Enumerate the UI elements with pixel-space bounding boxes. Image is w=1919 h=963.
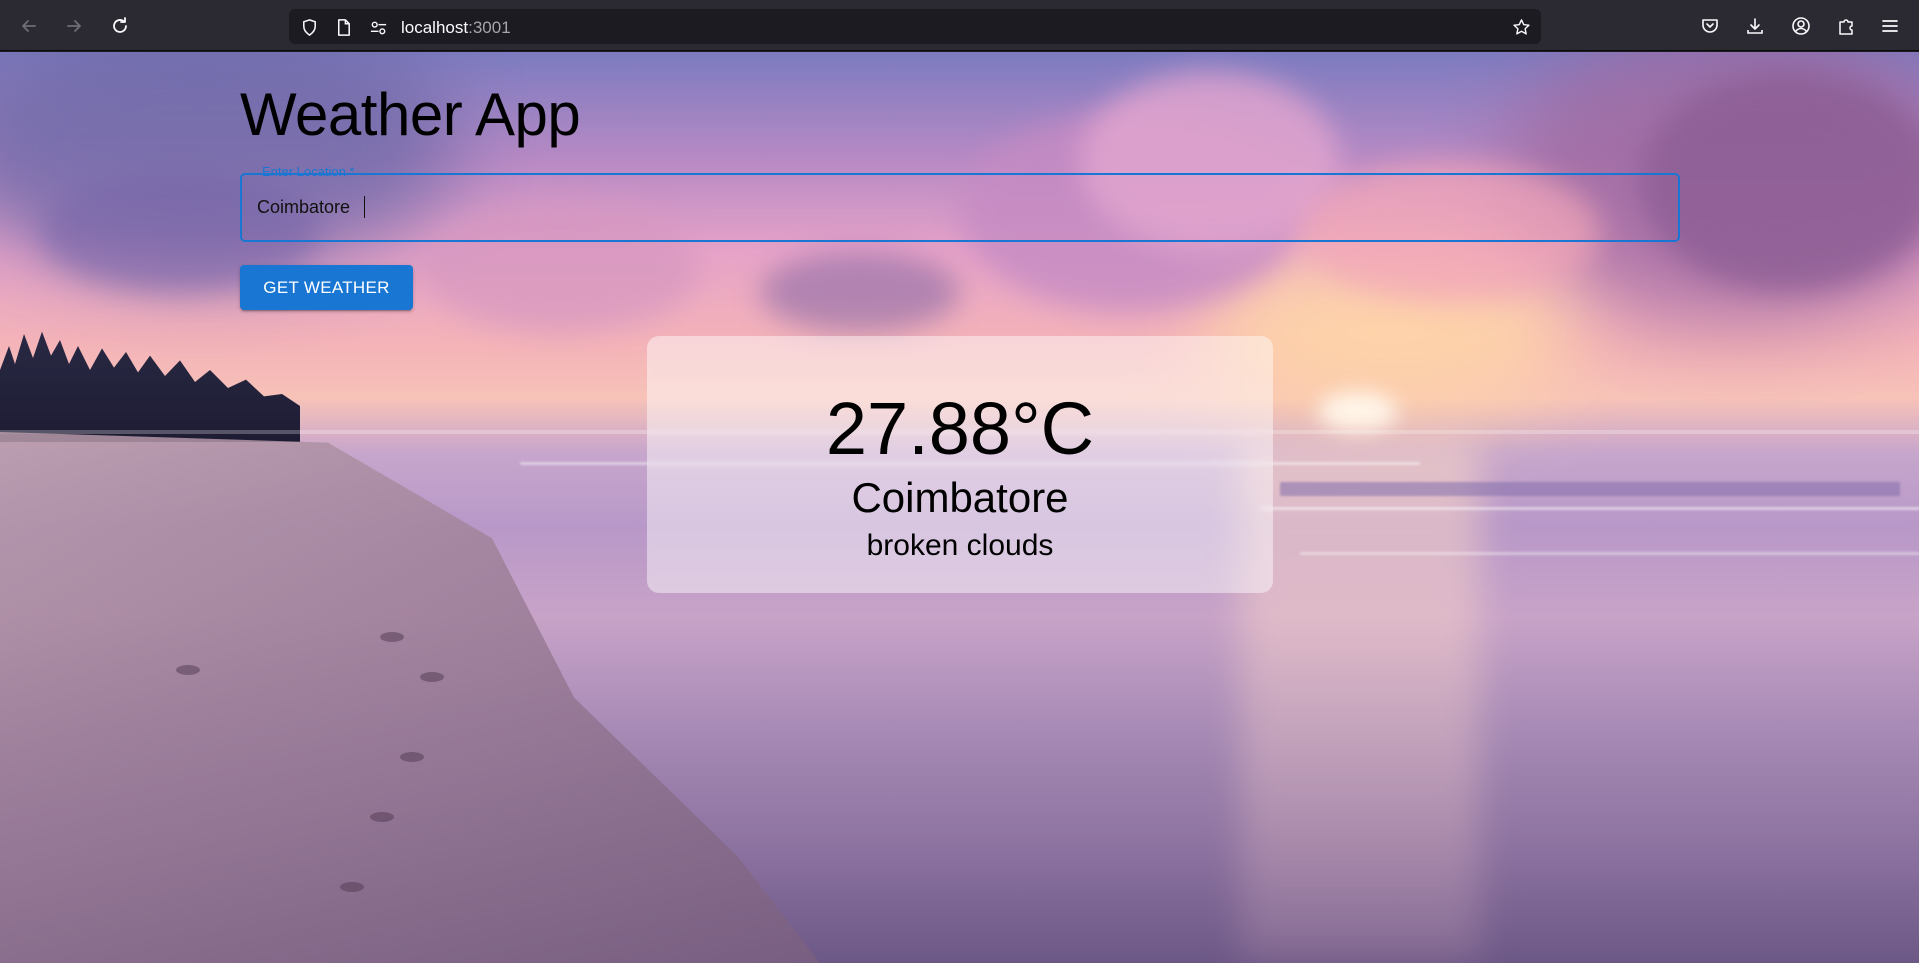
account-button[interactable] bbox=[1785, 10, 1817, 42]
download-icon bbox=[1747, 18, 1763, 34]
extensions-button[interactable] bbox=[1830, 10, 1862, 42]
location-input[interactable] bbox=[257, 175, 1657, 240]
url-host: localhost bbox=[401, 18, 469, 37]
text-caret bbox=[364, 196, 365, 218]
pocket-icon bbox=[1702, 19, 1718, 33]
reload-button[interactable] bbox=[104, 10, 136, 42]
star-icon[interactable] bbox=[1510, 16, 1532, 38]
get-weather-button[interactable]: GET WEATHER bbox=[240, 265, 413, 310]
reload-icon bbox=[113, 17, 127, 33]
account-icon bbox=[1792, 17, 1810, 35]
permissions-icon[interactable] bbox=[367, 16, 389, 38]
temperature: 27.88°C bbox=[825, 387, 1095, 470]
forward-button[interactable] bbox=[58, 10, 90, 42]
pocket-button[interactable] bbox=[1694, 10, 1726, 42]
menu-icon bbox=[1882, 20, 1898, 32]
downloads-button[interactable] bbox=[1739, 10, 1771, 42]
url-text[interactable]: localhost:3001 bbox=[401, 18, 511, 38]
url-port: :3001 bbox=[468, 18, 511, 37]
page-icon[interactable] bbox=[332, 16, 354, 38]
page-title: Weather App bbox=[240, 81, 581, 148]
weather-card: 27.88°C Coimbatore broken clouds bbox=[647, 336, 1273, 593]
extensions-icon bbox=[1839, 19, 1853, 35]
city-name: Coimbatore bbox=[851, 474, 1069, 521]
shield-icon[interactable] bbox=[298, 16, 320, 38]
url-bar[interactable]: localhost:3001 bbox=[289, 9, 1541, 44]
location-field[interactable]: Enter Location * bbox=[240, 164, 1680, 242]
weather-description: broken clouds bbox=[866, 529, 1054, 562]
back-icon bbox=[22, 20, 36, 32]
forward-icon bbox=[67, 20, 81, 32]
back-button[interactable] bbox=[13, 10, 45, 42]
browser-toolbar: localhost:3001 bbox=[0, 0, 1919, 51]
menu-button[interactable] bbox=[1874, 10, 1906, 42]
page-viewport: Weather App Enter Location * GET WEATHER… bbox=[0, 52, 1919, 963]
